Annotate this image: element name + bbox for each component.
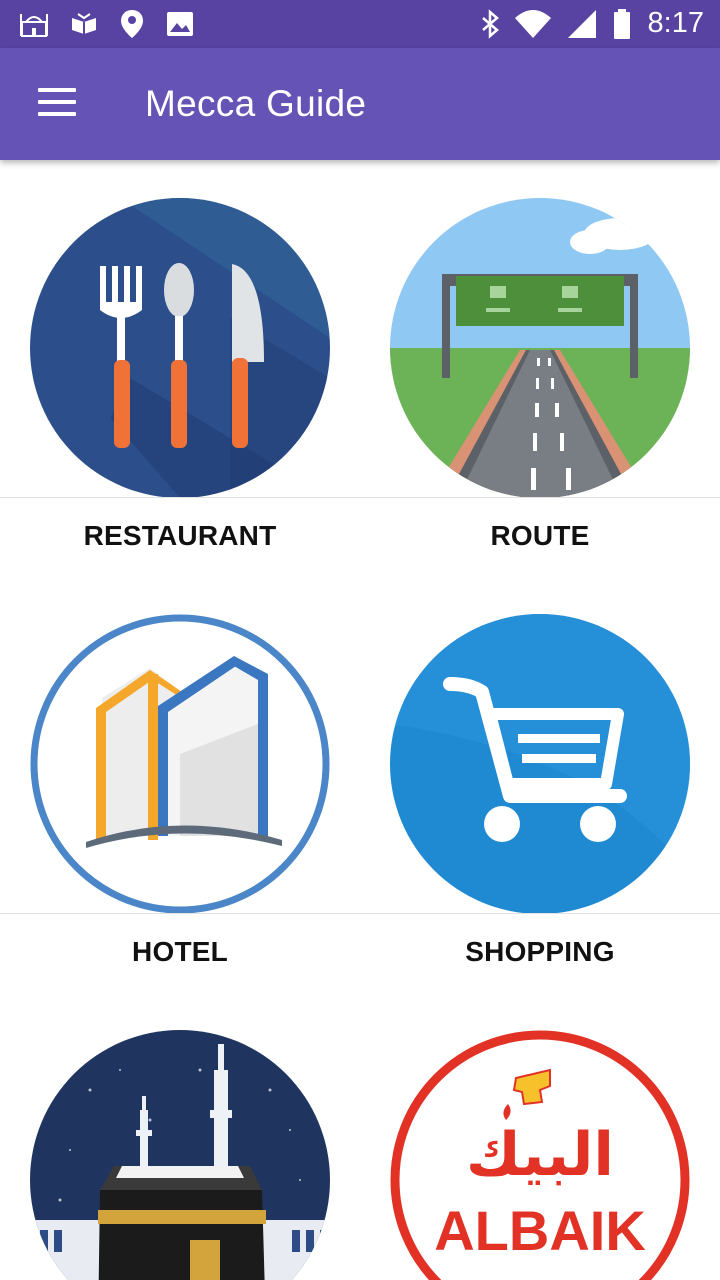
battery-icon — [614, 9, 630, 39]
cutlery-icon — [30, 198, 330, 498]
tile-shopping[interactable]: SHOPPING — [360, 576, 720, 992]
image-icon — [167, 12, 193, 36]
wifi-icon — [515, 10, 551, 38]
tile-route[interactable]: ROUTE — [360, 160, 720, 576]
tile-kaaba[interactable] — [0, 992, 360, 1280]
tile-albaik[interactable]: البيك ALBAIK — [360, 992, 720, 1280]
app-title: Mecca Guide — [145, 83, 367, 124]
tile-label: ROUTE — [490, 520, 590, 551]
bluetooth-icon — [482, 9, 499, 39]
tile-hotel[interactable]: HOTEL — [0, 576, 360, 992]
menu-icon — [38, 88, 76, 92]
divider — [0, 497, 720, 498]
status-bar: 8:17 — [0, 0, 720, 48]
mosque-notification-icon — [20, 14, 48, 37]
tile-restaurant[interactable]: RESTAURANT — [0, 160, 360, 576]
kaaba-icon — [30, 1030, 330, 1280]
tile-label: RESTAURANT — [83, 520, 277, 551]
albaik-arabic-text: البيك — [466, 1120, 614, 1190]
quran-notification-icon — [72, 13, 96, 34]
road-icon — [390, 198, 690, 498]
signal-icon — [568, 10, 596, 38]
tile-label: HOTEL — [132, 936, 228, 967]
menu-button[interactable] — [24, 80, 88, 128]
albaik-logo-text: ALBAIK — [434, 1199, 646, 1262]
albaik-logo: البيك ALBAIK — [390, 1030, 690, 1280]
category-grid: RESTAURANT ROUTE HOTEL SHOPPING البيك AL… — [0, 160, 720, 1280]
shopping-cart-icon — [390, 614, 690, 914]
divider — [0, 913, 720, 914]
tile-label: SHOPPING — [465, 936, 615, 967]
app-bar: Mecca Guide — [0, 48, 720, 160]
building-icon — [30, 614, 330, 914]
location-icon — [121, 10, 143, 38]
status-time: 8:17 — [647, 7, 704, 39]
